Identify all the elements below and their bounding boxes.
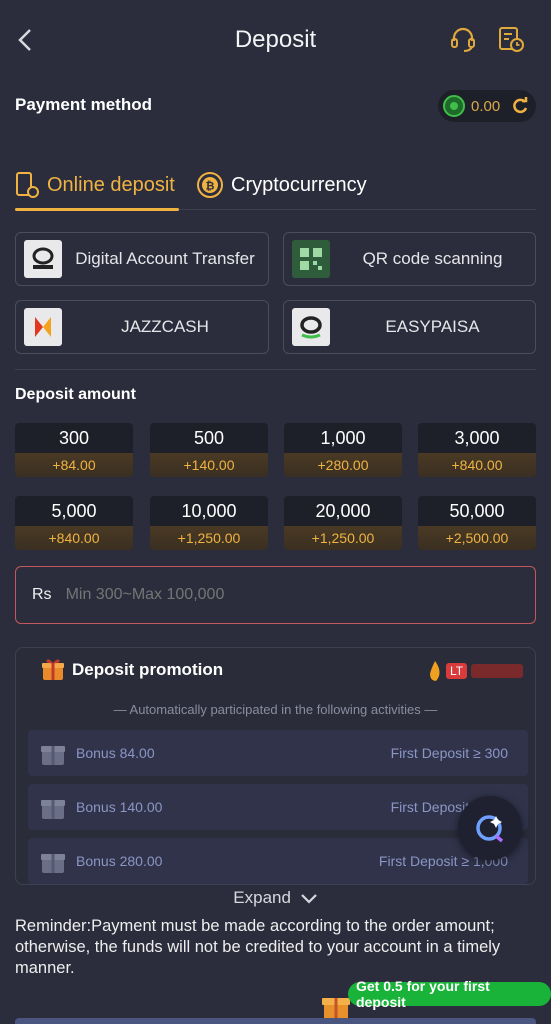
balance-pill[interactable]: 0.00 [438,90,536,122]
amount-option[interactable]: 1,000 +280.00 [284,423,402,477]
amount-value: 20,000 [315,500,371,521]
chevron-down-icon [300,893,317,904]
floating-support-button[interactable] [458,796,522,860]
amount-value: 50,000 [449,500,505,521]
qr-logo [292,240,330,278]
bonus-name: Bonus 280.00 [76,853,163,869]
bonus-condition: First Deposit ≥ 300 [390,745,508,761]
method-label: Digital Account Transfer [75,249,255,268]
method-label: JAZZCASH [121,317,209,336]
badge-bar-icon [471,664,523,678]
method-qr-code[interactable]: QR code scanning [283,232,536,286]
amount-input[interactable] [65,586,466,604]
amount-value: 3,000 [454,427,500,448]
amount-option[interactable]: 300 +84.00 [15,423,133,477]
amount-value: 1,000 [320,427,366,448]
gift-icon [41,800,65,819]
chat-spark-icon [476,815,504,843]
jazzcash-logo [24,308,62,346]
promotion-badge: LT [428,658,523,684]
amount-bonus: +2,500.00 [418,526,536,550]
bonus-row[interactable]: Bonus 140.00 First Deposit ≥ 500 [28,784,528,830]
phone-icon [16,172,39,198]
amount-bonus: +840.00 [418,453,536,477]
amount-input-box[interactable]: Rs [15,566,536,624]
divider [15,369,536,370]
amount-option[interactable]: 20,000 +1,250.00 [284,496,402,550]
promotion-subtitle: — Automatically participated in the foll… [113,702,438,717]
amount-value: 300 [58,427,90,448]
payment-method-label: Payment method [15,95,152,114]
submit-bar[interactable] [15,1018,536,1024]
amount-bonus: +280.00 [284,453,402,477]
headset-icon[interactable] [448,24,478,54]
amount-option[interactable]: 500 +140.00 [150,423,268,477]
reminder-text: Reminder:Payment must be made according … [15,917,501,977]
expand-label: Expand [233,888,291,907]
deposit-amount-label: Deposit amount [15,386,136,403]
easypaisa-logo [292,308,330,346]
gift-icon [42,659,64,680]
gift-icon [41,854,65,873]
bonus-name: Bonus 84.00 [76,745,155,761]
gift-icon [41,746,65,765]
refresh-icon[interactable] [510,96,530,116]
method-label: EASYPAISA [385,317,480,336]
header: Deposit [0,0,551,80]
tab-cryptocurrency[interactable]: ₿ Cryptocurrency [195,160,375,210]
amount-option[interactable]: 3,000 +840.00 [418,423,536,477]
amount-bonus: +1,250.00 [150,526,268,550]
bonus-row[interactable]: Bonus 84.00 First Deposit ≥ 300 [28,730,528,776]
amount-bonus: +840.00 [15,526,133,550]
promotion-title: Deposit promotion [72,660,224,679]
method-label: QR code scanning [362,249,503,268]
bitcoin-icon: ₿ [197,172,223,198]
expand-toggle[interactable]: Expand [0,888,551,908]
method-digital-account-transfer[interactable]: Digital Account Transfer [15,232,269,286]
amount-bonus: +1,250.00 [284,526,402,550]
svg-text:₿: ₿ [206,180,215,193]
history-icon[interactable] [496,24,526,54]
method-easypaisa[interactable]: EASYPAISA [283,300,536,354]
tab-label: Cryptocurrency [231,173,367,196]
digital-account-logo [24,240,62,278]
amount-option[interactable]: 50,000 +2,500.00 [418,496,536,550]
badge-text: LT [446,663,468,679]
wallet-icon [443,95,465,117]
deposit-tabs: Online deposit ₿ Cryptocurrency [15,160,536,211]
tab-online-deposit[interactable]: Online deposit [15,160,179,211]
bonus-row[interactable]: Bonus 280.00 First Deposit ≥ 1,000 [28,838,528,884]
amount-value: 5,000 [51,500,97,521]
currency-label: Rs [32,586,52,603]
amount-bonus: +84.00 [15,453,133,477]
balance-value: 0.00 [471,97,501,115]
amount-value: 500 [193,427,225,448]
fire-icon [430,661,440,681]
amount-option[interactable]: 5,000 +840.00 [15,496,133,550]
amount-option[interactable]: 10,000 +1,250.00 [150,496,268,550]
tab-label: Online deposit [47,173,175,196]
first-deposit-badge[interactable]: Get 0.5 for your first deposit [348,978,551,1010]
deposit-promotion-panel: Deposit promotion LT — Automatically par… [15,647,536,885]
method-jazzcash[interactable]: JAZZCASH [15,300,269,354]
bonus-name: Bonus 140.00 [76,799,163,815]
amount-value: 10,000 [181,500,237,521]
amount-bonus: +140.00 [150,453,268,477]
